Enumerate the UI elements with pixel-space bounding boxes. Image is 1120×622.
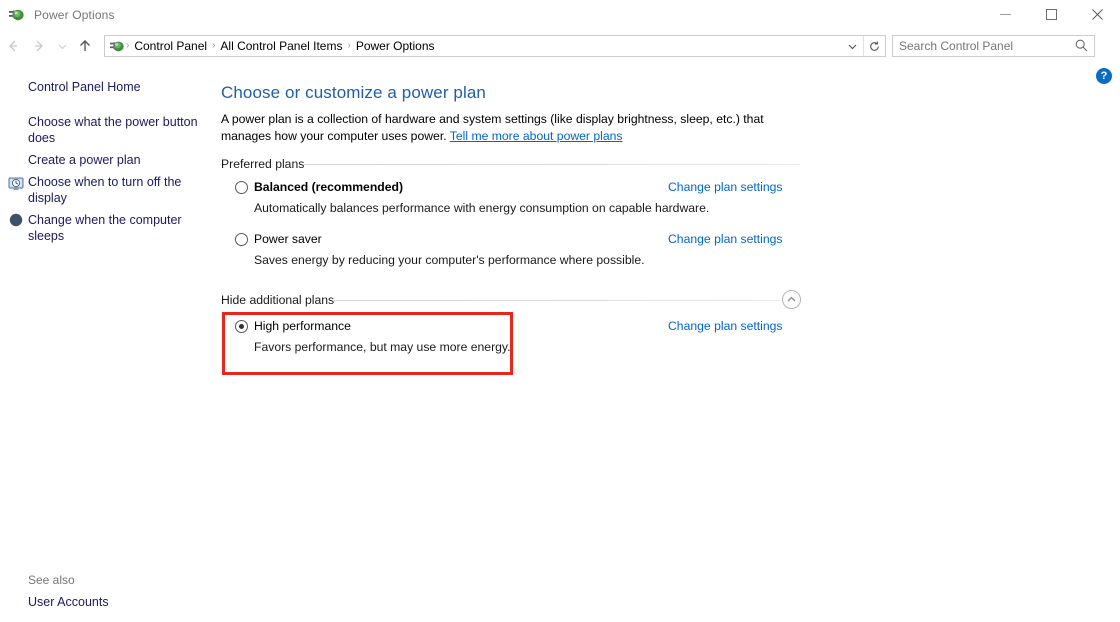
sidebar: Control Panel Home Choose what the power… (0, 63, 214, 622)
recent-locations-chevron-icon (58, 44, 66, 49)
back-arrow-icon (9, 40, 17, 52)
see-also-label: See also (28, 573, 75, 587)
plan-name-high-performance: High performance (254, 319, 351, 333)
additional-plans-header[interactable]: Hide additional plans (221, 293, 334, 307)
sidebar-item-control-panel-home[interactable]: Control Panel Home (28, 79, 141, 95)
window-title: Power Options (34, 7, 115, 22)
refresh-icon (870, 40, 879, 51)
preferred-plans-header: Preferred plans (221, 157, 305, 171)
recent-locations-button[interactable] (52, 31, 72, 61)
content-area: Control Panel Home Choose what the power… (0, 63, 1120, 622)
plan-description-balanced: Automatically balances performance with … (254, 201, 710, 215)
window-controls (982, 0, 1120, 29)
help-button[interactable]: ? (1096, 68, 1112, 84)
address-bar[interactable]: › Control Panel › All Control Panel Item… (104, 35, 886, 57)
forward-arrow-icon (35, 40, 43, 52)
search-box[interactable]: Search Control Panel (892, 35, 1095, 57)
power-plans-help-link[interactable]: Tell me more about power plans (450, 129, 623, 143)
close-button[interactable] (1074, 0, 1120, 29)
chevron-down-icon (848, 44, 856, 49)
sidebar-item-create-plan[interactable]: Create a power plan (28, 152, 141, 168)
up-button[interactable] (72, 31, 98, 61)
radio-balanced[interactable] (235, 181, 248, 194)
breadcrumb-power-options[interactable]: Power Options (352, 36, 439, 56)
up-arrow-icon (80, 40, 90, 51)
power-plug-icon (109, 38, 125, 54)
breadcrumb-control-panel[interactable]: Control Panel (130, 36, 211, 56)
collapse-additional-plans-button[interactable] (782, 290, 801, 309)
change-plan-settings-balanced[interactable]: Change plan settings (668, 180, 783, 194)
moon-icon (8, 212, 24, 228)
sidebar-item-power-button[interactable]: Choose what the power button does (28, 114, 200, 146)
page-title: Choose or customize a power plan (221, 83, 486, 102)
main-pane: ? Choose or customize a power plan A pow… (214, 63, 1120, 622)
power-plug-icon (8, 6, 25, 23)
breadcrumb-all-control-panel-items[interactable]: All Control Panel Items (216, 36, 346, 56)
power-options-window: Power Options › Control Panel › All Cont… (0, 0, 1120, 622)
search-icon[interactable] (1074, 38, 1089, 58)
minimize-button[interactable] (982, 0, 1028, 29)
forward-button[interactable] (26, 31, 52, 61)
change-plan-settings-high-performance[interactable]: Change plan settings (668, 319, 783, 333)
radio-power-saver[interactable] (235, 233, 248, 246)
additional-plans-divider (334, 300, 780, 301)
refresh-button[interactable] (863, 36, 885, 56)
plan-name-power-saver: Power saver (254, 232, 322, 246)
navigation-bar: › Control Panel › All Control Panel Item… (0, 29, 1120, 63)
search-input[interactable]: Search Control Panel (899, 39, 1013, 53)
sidebar-item-computer-sleeps[interactable]: Change when the computer sleeps (28, 212, 193, 244)
minimize-icon (999, 14, 1011, 15)
close-icon (1091, 9, 1103, 20)
plan-name-balanced: Balanced (recommended) (254, 180, 403, 194)
maximize-icon (1045, 9, 1057, 20)
plan-description-power-saver: Saves energy by reducing your computer's… (254, 253, 645, 267)
preferred-plans-divider (304, 164, 799, 165)
title-bar: Power Options (0, 0, 1120, 29)
radio-high-performance[interactable] (235, 320, 248, 333)
address-dropdown-button[interactable] (841, 36, 863, 56)
chevron-up-icon (787, 296, 796, 302)
monitor-clock-icon (8, 176, 24, 192)
back-button[interactable] (0, 31, 26, 61)
sidebar-item-turn-off-display[interactable]: Choose when to turn off the display (28, 174, 193, 206)
change-plan-settings-power-saver[interactable]: Change plan settings (668, 232, 783, 246)
plan-description-high-performance: Favors performance, but may use more ene… (254, 340, 511, 354)
page-description: A power plan is a collection of hardware… (221, 111, 811, 145)
maximize-button[interactable] (1028, 0, 1074, 29)
sidebar-item-user-accounts[interactable]: User Accounts (28, 595, 109, 609)
